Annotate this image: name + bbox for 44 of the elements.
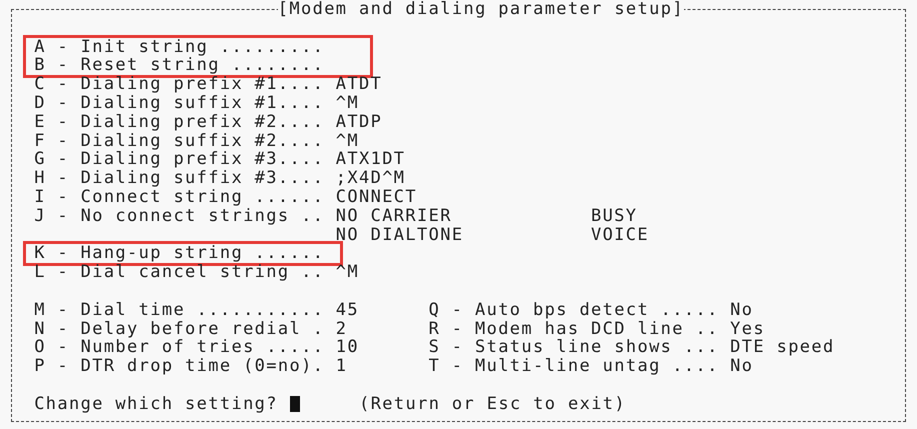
- option-label: M - Dial time ...........: [34, 300, 326, 320]
- option-value: DTE speed: [730, 338, 835, 358]
- option-value: No: [730, 300, 754, 320]
- option-value: 10: [336, 338, 360, 358]
- text-cursor: [290, 396, 300, 412]
- setting-value: ATX1DT: [336, 150, 406, 170]
- option-label: S - Status line shows ...: [428, 338, 720, 358]
- setting-label: H - Dialing suffix #3....: [34, 169, 326, 188]
- setting-label: L - Dial cancel string ..: [34, 263, 326, 282]
- setting-value: ATDP: [336, 112, 382, 132]
- no-connect-string: VOICE: [590, 226, 649, 244]
- no-connect-string: NO DIALTONE: [336, 226, 464, 244]
- option-label: N - Delay before redial .: [34, 320, 326, 338]
- dialog-title: [Modem and dialing parameter setup]: [278, 0, 684, 19]
- option-value: Yes: [730, 320, 765, 338]
- setting-label: A - Init string .........: [34, 38, 326, 56]
- option-label: O - Number of tries .....: [34, 338, 326, 358]
- option-label: P - DTR drop time (0=no).: [34, 357, 326, 376]
- setting-label: F - Dialing suffix #2....: [34, 132, 326, 150]
- prompt-hint: (Return or Esc to exit): [359, 394, 626, 414]
- option-value: 2: [336, 320, 348, 338]
- option-label: Q - Auto bps detect .....: [428, 300, 720, 320]
- setting-value: CONNECT: [336, 188, 418, 207]
- setting-value: ^M: [336, 132, 359, 150]
- setting-label: I - Connect string ......: [34, 188, 326, 207]
- setting-label: J - No connect strings ..: [34, 206, 326, 226]
- setting-label: E - Dialing prefix #2....: [34, 112, 326, 132]
- setting-label: C - Dialing prefix #1....: [34, 75, 326, 94]
- no-connect-string: BUSY: [590, 206, 638, 226]
- option-label: T - Multi-line untag ....: [428, 357, 720, 376]
- option-value: 45: [336, 300, 360, 320]
- setting-value: ^M: [336, 94, 359, 113]
- setting-value: ATDT: [336, 75, 382, 94]
- prompt-text: Change which setting?: [34, 394, 279, 414]
- setting-label: B - Reset string ........: [34, 56, 326, 76]
- setting-label: D - Dialing suffix #1....: [34, 94, 326, 113]
- setting-value: ;X4D^M: [336, 169, 406, 188]
- setting-value: ^M: [336, 263, 359, 282]
- option-label: R - Modem has DCD line ..: [428, 320, 720, 338]
- setting-label: K - Hang-up string ......: [34, 244, 326, 264]
- no-connect-string: NO CARRIER: [336, 206, 453, 226]
- setting-label: G - Dialing prefix #3....: [34, 150, 326, 170]
- option-value: No: [730, 357, 754, 376]
- option-value: 1: [336, 357, 348, 376]
